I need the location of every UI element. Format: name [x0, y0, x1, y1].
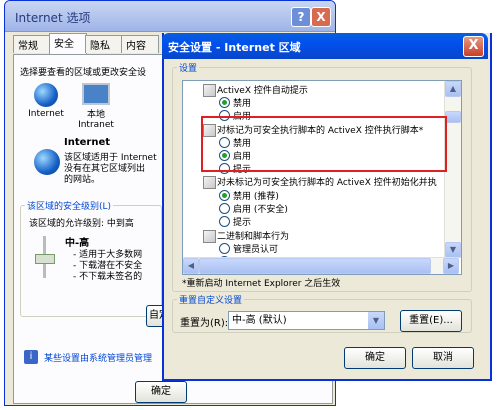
- zone-desc-line-1: 该区域适用于 Internet: [64, 153, 157, 163]
- globe-icon: [34, 83, 58, 107]
- scroll-up-icon[interactable]: ▲: [445, 81, 461, 97]
- radio-button[interactable]: [219, 243, 230, 254]
- internet-options-titlebar: Internet 选项 ? X: [5, 1, 335, 32]
- zone-desc-line-2: 没有在其它区域列出: [64, 164, 146, 174]
- dialog-close-button[interactable]: X: [463, 36, 484, 57]
- tab-privacy[interactable]: 隐私: [85, 35, 123, 53]
- restart-note: *重新启动 Internet Explorer 之后生效: [182, 279, 341, 289]
- settings-option[interactable]: 提示: [183, 215, 443, 228]
- cancel-button[interactable]: 取消: [412, 347, 474, 369]
- zone-internet[interactable]: Internet: [26, 83, 66, 119]
- radio-button[interactable]: [219, 97, 230, 108]
- option-label: 启用 (不安全): [233, 205, 288, 215]
- highlight-box: [201, 116, 447, 172]
- level-bullet-2: - 下载潜在不安全: [73, 261, 143, 271]
- level-slider-thumb[interactable]: [35, 254, 55, 264]
- option-label: 禁用 (推荐): [233, 192, 279, 202]
- scroll-left-icon[interactable]: ◀: [183, 258, 199, 274]
- allowed-level-text: 该区域的允许级别: 中到高: [29, 219, 134, 229]
- settings-option[interactable]: 禁用: [183, 96, 443, 109]
- zone-description: 该区域适用于 Internet 没有在其它区域列出 的网站。: [64, 153, 164, 186]
- scroll-thumb[interactable]: [445, 111, 461, 123]
- radio-button[interactable]: [219, 203, 230, 214]
- tab-general[interactable]: 常规: [13, 35, 51, 53]
- zone-globe-icon: [34, 149, 60, 175]
- reset-to-label: 重置为(R):: [180, 318, 229, 329]
- security-level-group: 该区域的安全级别(L) 该区域的允许级别: 中到高 中-高 - 适用于大多数网 …: [20, 199, 162, 317]
- option-label: 提示: [233, 218, 252, 228]
- tab-content[interactable]: 内容: [121, 35, 159, 53]
- options-ok-button[interactable]: 确定: [135, 381, 187, 403]
- settings-option[interactable]: 禁用 (推荐): [183, 189, 443, 202]
- option-label: 管理员认可: [233, 245, 279, 255]
- horizontal-scrollbar[interactable]: ◀ ▶: [183, 257, 459, 274]
- tab-security[interactable]: 安全: [49, 33, 87, 54]
- hscroll-thumb[interactable]: [199, 258, 431, 274]
- internet-options-title: Internet 选项: [15, 11, 91, 25]
- level-bullet-3: - 不下载未签名的: [73, 272, 143, 282]
- category-label: ActiveX 控件自动提示: [217, 86, 308, 96]
- scroll-right-icon[interactable]: ▶: [443, 258, 459, 274]
- admin-managed-text: 某些设置由系统管理员管理: [44, 354, 153, 364]
- category-label: 对未标记为可安全执行脚本的 ActiveX 控件初始化并执: [217, 178, 437, 188]
- zone-prompt: 选择要查看的区域或更改安全设: [20, 68, 147, 78]
- zone-desc-line-3: 的网站。: [64, 175, 101, 185]
- zone-intranet[interactable]: 本地 Intranet: [76, 79, 116, 130]
- category-label: 二进制和脚本行为: [217, 232, 290, 242]
- settings-option[interactable]: 启用 (不安全): [183, 202, 443, 215]
- chevron-down-icon[interactable]: ▼: [368, 312, 384, 329]
- scroll-down-icon[interactable]: ▼: [445, 242, 461, 258]
- help-button[interactable]: ?: [291, 7, 311, 27]
- zone-intranet-label: 本地 Intranet: [78, 110, 114, 130]
- option-label: 禁用: [233, 99, 252, 109]
- level-bullet-1: - 适用于大多数网: [73, 250, 143, 260]
- radio-button[interactable]: [219, 216, 230, 227]
- settings-list[interactable]: ActiveX 控件自动提示 禁用 启用 对标记为可安全执行脚本的 ActiveX 控…: [182, 80, 462, 275]
- intranet-icon: [82, 83, 110, 105]
- security-settings-titlebar: 安全设置 - Internet 区域 X: [162, 33, 488, 59]
- settings-option[interactable]: 管理员认可: [183, 242, 443, 255]
- reset-level-select[interactable]: 中-高 (默认) ▼: [228, 311, 385, 330]
- info-icon: i: [24, 350, 38, 364]
- settings-group-label: 设置: [177, 61, 200, 74]
- level-name: 中-高: [65, 238, 90, 249]
- security-level-label: 该区域的安全级别(L): [25, 199, 114, 212]
- ok-button[interactable]: 确定: [344, 347, 406, 369]
- settings-category: 二进制和脚本行为: [183, 229, 443, 243]
- settings-category: 对未标记为可安全执行脚本的 ActiveX 控件初始化并执: [183, 175, 443, 189]
- reset-group-label: 重置自定义设置: [177, 293, 245, 306]
- zone-internet-label: Internet: [28, 109, 64, 119]
- radio-button[interactable]: [219, 190, 230, 201]
- level-bullets: - 适用于大多数网 - 下载潜在不安全 - 不下载未签名的: [73, 250, 142, 283]
- zone-title: Internet: [64, 137, 111, 148]
- security-settings-title: 安全设置 - Internet 区域: [168, 41, 301, 54]
- close-button[interactable]: X: [311, 7, 331, 27]
- reset-level-value: 中-高 (默认): [232, 315, 287, 326]
- reset-button[interactable]: 重置(E)...: [400, 310, 462, 332]
- settings-page-icon: [203, 176, 216, 189]
- settings-category: ActiveX 控件自动提示: [183, 83, 443, 97]
